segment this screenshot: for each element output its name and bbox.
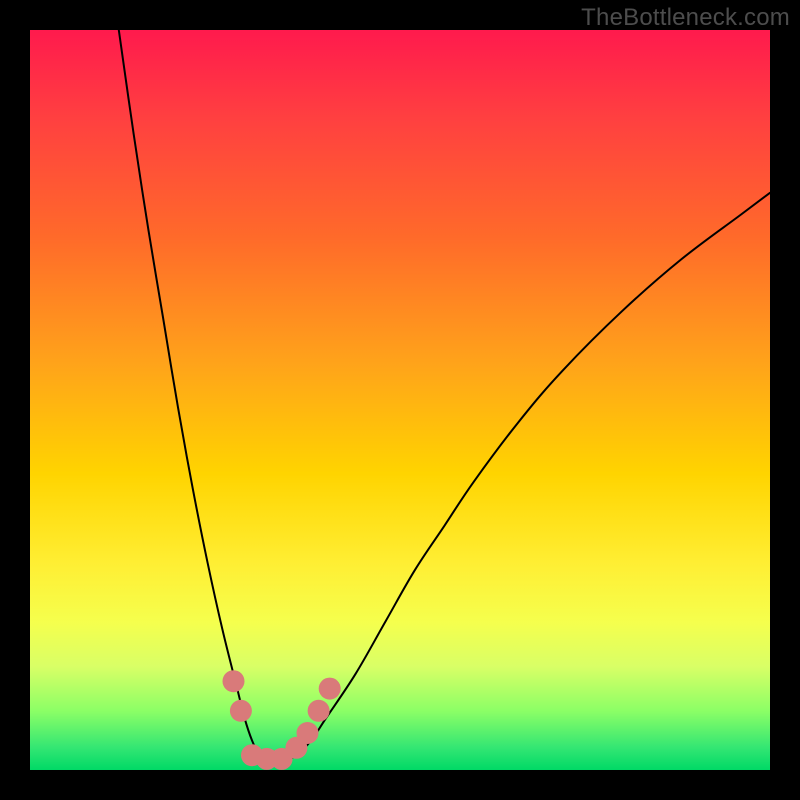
plot-area (30, 30, 770, 770)
marker-right-marker-4 (319, 678, 341, 700)
series-left-curve (119, 30, 267, 763)
marker-left-marker-2 (230, 700, 252, 722)
marker-right-marker-3 (308, 700, 330, 722)
watermark-label: TheBottleneck.com (581, 4, 790, 32)
marker-left-marker-1 (223, 670, 245, 692)
series-right-curve (282, 193, 770, 763)
chart-frame: TheBottleneck.com (0, 0, 800, 800)
chart-svg (30, 30, 770, 770)
curve-layer (119, 30, 770, 763)
marker-right-marker-2 (297, 722, 319, 744)
marker-layer (223, 670, 341, 770)
